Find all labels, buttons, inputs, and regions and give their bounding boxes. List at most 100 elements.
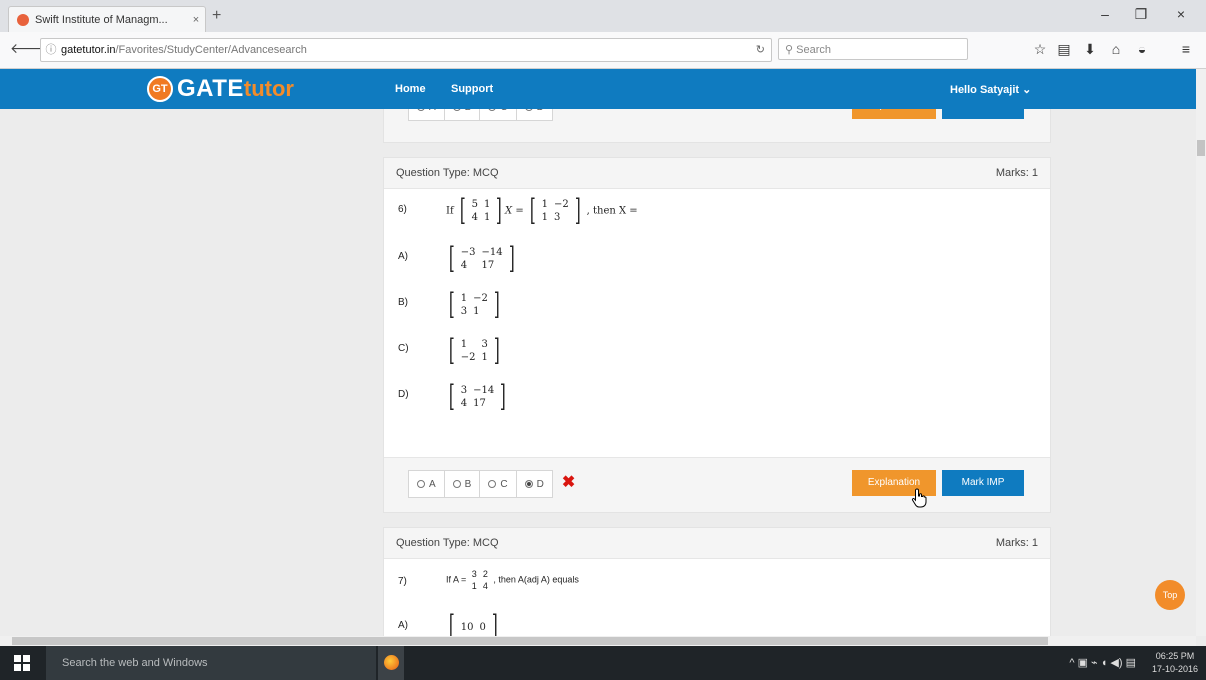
site-favicon-icon (17, 14, 29, 26)
new-tab-button[interactable]: + (212, 7, 221, 25)
option-label: D (537, 109, 544, 113)
horizontal-scroll-thumb[interactable] (12, 637, 1048, 645)
reload-icon[interactable]: ↻ (756, 39, 765, 61)
option-b[interactable]: B (443, 470, 481, 498)
vertical-scroll-thumb[interactable] (1197, 140, 1205, 156)
choice-label-d: D) (398, 389, 409, 400)
windows-taskbar: Search the web and Windows ^ ▣ ⌁ ◖ ◀) ▤ … (0, 646, 1206, 680)
browser-search-input[interactable]: ⚲ Search (778, 38, 968, 60)
system-tray-icons[interactable]: ^ ▣ ⌁ ◖ ◀) ▤ (1069, 656, 1136, 669)
firefox-taskbar-app[interactable] (378, 646, 404, 680)
radio-icon (488, 480, 497, 488)
firefox-icon (384, 655, 399, 670)
browser-navbar: 🡐 ⓘ gatetutor.in/Favorites/StudyCenter/Ad… (0, 32, 1206, 69)
url-domain: gatetutor.in (61, 44, 116, 56)
option-d[interactable]: D (515, 109, 553, 121)
bookmark-star-icon[interactable]: ☆ (1030, 41, 1050, 58)
restore-button[interactable]: ❐ (1126, 6, 1156, 23)
option-a[interactable]: A (408, 109, 445, 121)
explanation-button[interactable]: Explanation (852, 109, 936, 119)
choice-label-a: A) (398, 620, 408, 631)
menu-icon[interactable]: ≡ (1176, 41, 1196, 57)
home-icon[interactable]: ⌂ (1106, 41, 1126, 57)
radio-icon (452, 109, 461, 111)
option-label: A (429, 109, 436, 113)
hand-cursor-icon (911, 488, 927, 508)
option-label: D (536, 478, 544, 490)
choice-label-c: C) (398, 343, 409, 354)
stem-suffix: , then A(adj A) equals (493, 574, 579, 585)
radio-icon (524, 109, 533, 111)
nav-home[interactable]: Home (395, 83, 426, 95)
pocket-icon[interactable]: ◒ (1132, 41, 1152, 57)
choice-a-matrix: [−3 −14 4 17] (448, 241, 515, 276)
stem-prefix: If (446, 205, 454, 217)
option-c[interactable]: C (479, 470, 517, 498)
question-card-6: Question Type: MCQ Marks: 1 6) If [5 1 4 1]… (383, 157, 1051, 513)
option-b[interactable]: B (443, 109, 481, 121)
option-c[interactable]: C (479, 109, 517, 121)
logo-tutor-text: tutor (243, 76, 294, 101)
site-header: GT GATE tutor Home Support Hello Satyaji… (0, 69, 1196, 109)
question-stem: If A = 3214 , then A(adj A) equals (446, 568, 579, 592)
taskbar-clock[interactable]: 06:25 PM 17-10-2016 (1152, 650, 1198, 676)
option-label: C (500, 109, 507, 113)
browser-titlebar: Swift Institute of Managm... × + – ❐ × (0, 0, 1206, 33)
question-type: Question Type: MCQ (396, 167, 499, 179)
site-logo[interactable]: GT GATE tutor (147, 75, 294, 103)
search-placeholder: Search (796, 44, 831, 56)
choice-label-b: B) (398, 297, 408, 308)
choice-d-matrix: [3 −14 4 17] (448, 379, 506, 414)
stem-matrix-b: [1 −2 1 3] (529, 193, 581, 228)
logo-badge: GT (147, 76, 173, 102)
choice-b-matrix: [1 −2 3 1] (448, 287, 500, 322)
radio-icon (417, 480, 425, 488)
stem-suffix: , then X = (586, 205, 638, 217)
address-bar[interactable]: ⓘ gatetutor.in/Favorites/StudyCenter/Adva… (40, 38, 772, 62)
mark-imp-button[interactable]: Mark IMP (942, 109, 1024, 119)
previous-answer-options: A B C D (408, 109, 553, 121)
mark-imp-button[interactable]: Mark IMP (942, 470, 1024, 496)
option-label: A (429, 478, 436, 490)
stem-matrix-a: [5 1 4 1] (459, 193, 503, 228)
previous-card-footer: A B C D Explanation Mark IMP (384, 109, 1050, 142)
download-icon[interactable]: ⬇ (1080, 41, 1100, 58)
option-d-selected[interactable]: D (515, 470, 553, 498)
tab-title: Swift Institute of Managm... (35, 14, 168, 26)
option-label: B (464, 478, 472, 490)
stem-prefix: If A = (446, 574, 467, 585)
question-header: Question Type: MCQ Marks: 1 (384, 528, 1050, 559)
nav-support[interactable]: Support (451, 83, 493, 95)
info-icon[interactable]: ⓘ (41, 39, 61, 61)
option-a[interactable]: A (408, 470, 445, 498)
taskbar-search-input[interactable]: Search the web and Windows (46, 646, 376, 680)
question-header: Question Type: MCQ Marks: 1 (384, 158, 1050, 189)
choice-c-matrix: [1 3 −2 1] (448, 333, 500, 368)
question-number: 7) (398, 576, 407, 587)
question-type: Question Type: MCQ (396, 537, 499, 549)
scroll-top-button[interactable]: Top (1155, 580, 1185, 610)
radio-icon (417, 109, 425, 111)
stem-matrix: 3214 (471, 569, 488, 591)
user-menu[interactable]: Hello Satyajit ⌄ (950, 83, 1031, 96)
browser-tab[interactable]: Swift Institute of Managm... × (8, 6, 206, 33)
reading-list-icon[interactable]: ▤ (1054, 41, 1074, 58)
question-number: 6) (398, 204, 407, 215)
question-marks: Marks: 1 (995, 537, 1038, 549)
minimize-button[interactable]: – (1090, 6, 1120, 22)
clock-time: 06:25 PM (1155, 651, 1195, 661)
radio-icon (452, 480, 461, 488)
url-path: /Favorites/StudyCenter/Advancesearch (115, 44, 307, 56)
tab-close-icon[interactable]: × (187, 14, 205, 26)
close-window-button[interactable]: × (1166, 6, 1196, 22)
radio-icon (488, 109, 497, 111)
option-label: B (465, 109, 472, 113)
question-list: A B C D Explanation Mark IMP Question Ty… (0, 109, 1196, 636)
windows-start-icon[interactable] (14, 655, 30, 671)
option-label: C (500, 478, 508, 490)
choice-a-matrix: [10 0] (448, 609, 498, 637)
question-marks: Marks: 1 (995, 167, 1038, 179)
question-stem: If [5 1 4 1] X = [1 −2 1 3] , then X = (446, 193, 638, 228)
question-card-7: Question Type: MCQ Marks: 1 7) If A = 32… (383, 527, 1051, 636)
search-icon: ⚲ (785, 44, 797, 56)
